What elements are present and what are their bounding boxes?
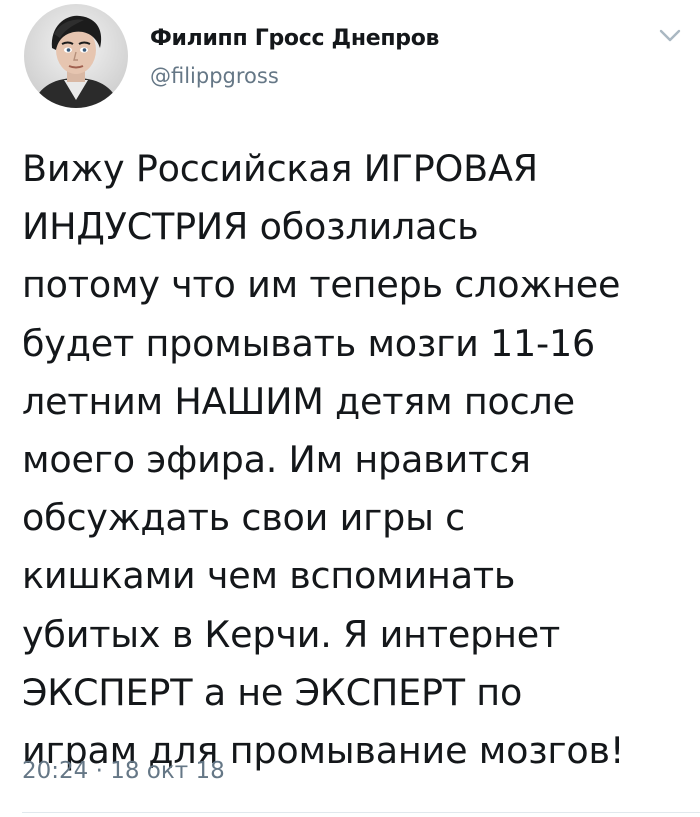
tweet-text-line: ЭКСПЕРТ а не ЭКСПЕРТ по (22, 670, 523, 714)
tweet-text-line: Вижу Российская ИГРОВАЯ (22, 147, 538, 190)
tweet-text: Вижу Российская ИГРОВАЯ ИНДУСТРИЯ обозли… (22, 140, 692, 780)
tweet-date: 18 окт 18 (110, 758, 225, 784)
tweet-text-line: летним НАШИМ детям после (22, 379, 575, 423)
tweet-text-line: потому что им теперь сложнее (22, 263, 621, 307)
meta-separator: · (95, 758, 103, 784)
author-avatar[interactable] (24, 4, 128, 108)
tweet-time: 20:24 (22, 758, 89, 784)
tweet-text-line: ИНДУСТРИЯ обозлилась (22, 205, 479, 249)
tweet-timestamp[interactable]: 20:24 · 18 окт 18 (22, 758, 225, 784)
tweet-text-line: обсуждать свои игры с (22, 496, 465, 540)
tweet-card: Филипп Гросс Днепров @filippgross Вижу Р… (0, 0, 700, 817)
tweet-text-line: моего эфира. Им нравится (22, 438, 531, 482)
tweet-text-line: будет промывать мозги 11-16 (22, 321, 596, 365)
author-name[interactable]: Филипп Гросс Днепров (150, 26, 439, 51)
tweet-text-line: убитых в Керчи. Я интернет (22, 612, 561, 656)
chevron-down-icon[interactable] (656, 26, 684, 46)
author-handle[interactable]: @filippgross (150, 64, 279, 88)
tweet-text-line: кишками чем вспоминать (22, 554, 516, 598)
divider (22, 812, 700, 813)
avatar-portrait-icon (24, 4, 128, 108)
